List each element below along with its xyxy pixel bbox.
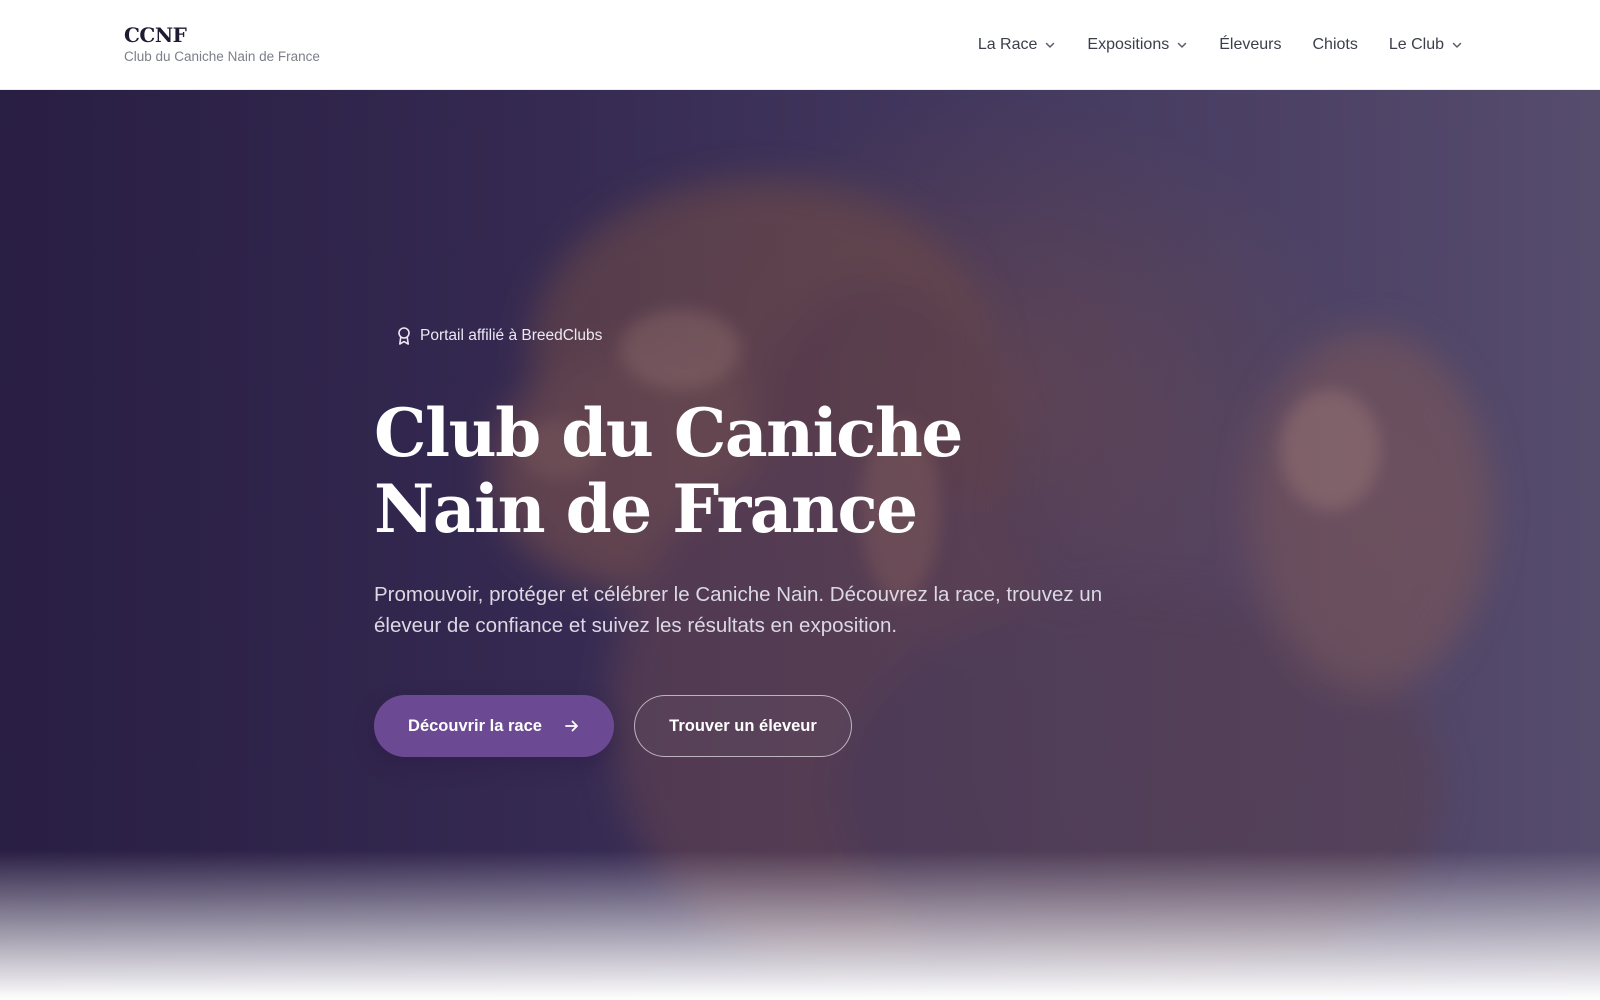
hero-actions: Découvrir la race Trouver un éleveur (374, 695, 1174, 757)
discover-breed-label: Découvrir la race (408, 716, 542, 735)
hero-content: Portail affilié à BreedClubs Club du Can… (374, 322, 1174, 757)
brand-logo[interactable]: CCNF (124, 22, 320, 48)
hero-subtitle: Promouvoir, protéger et célébrer le Cani… (374, 583, 1103, 637)
find-breeder-label: Trouver un éleveur (669, 716, 817, 735)
brand-tagline: Club du Caniche Nain de France (124, 49, 320, 64)
affiliation-badge: Portail affilié à BreedClubs (374, 322, 602, 350)
nav-item-le-club[interactable]: Le Club (1389, 36, 1463, 54)
chevron-down-icon (1177, 42, 1187, 48)
nav-label: Éleveurs (1219, 36, 1282, 53)
nav-label: Chiots (1312, 36, 1358, 53)
chevron-down-icon (1046, 42, 1055, 48)
arrow-right-icon (565, 720, 578, 732)
badge-text: Portail affilié à BreedClubs (420, 327, 603, 344)
nav-item-eleveurs[interactable]: Éleveurs (1219, 36, 1281, 54)
nav-label: Le Club (1388, 36, 1444, 53)
hero-title: Club du Caniche Nain de France (374, 395, 1174, 547)
nav-label: La Race (977, 36, 1038, 53)
award-icon (398, 327, 410, 345)
hero: Portail affilié à BreedClubs Club du Can… (0, 90, 1600, 1000)
nav-label: Expositions (1087, 36, 1170, 53)
nav-item-la-race[interactable]: La Race (978, 36, 1057, 54)
hero-bottom-fade (0, 850, 1600, 1000)
chevron-down-icon (1452, 42, 1462, 48)
brand[interactable]: CCNF Club du Caniche Nain de France (124, 22, 320, 66)
nav-item-expositions[interactable]: Expositions (1087, 36, 1188, 54)
site-header: CCNF Club du Caniche Nain de France La R… (0, 0, 1600, 90)
discover-breed-button[interactable]: Découvrir la race (374, 695, 614, 757)
main-nav: La Race Expositions Éleveurs Chiots Le C… (947, 0, 1463, 90)
hero-title-line-1: Club du Caniche (374, 394, 963, 472)
hero-title-line-2: Nain de France (374, 470, 918, 548)
find-breeder-button[interactable]: Trouver un éleveur (634, 695, 852, 757)
nav-item-chiots[interactable]: Chiots (1312, 36, 1357, 54)
